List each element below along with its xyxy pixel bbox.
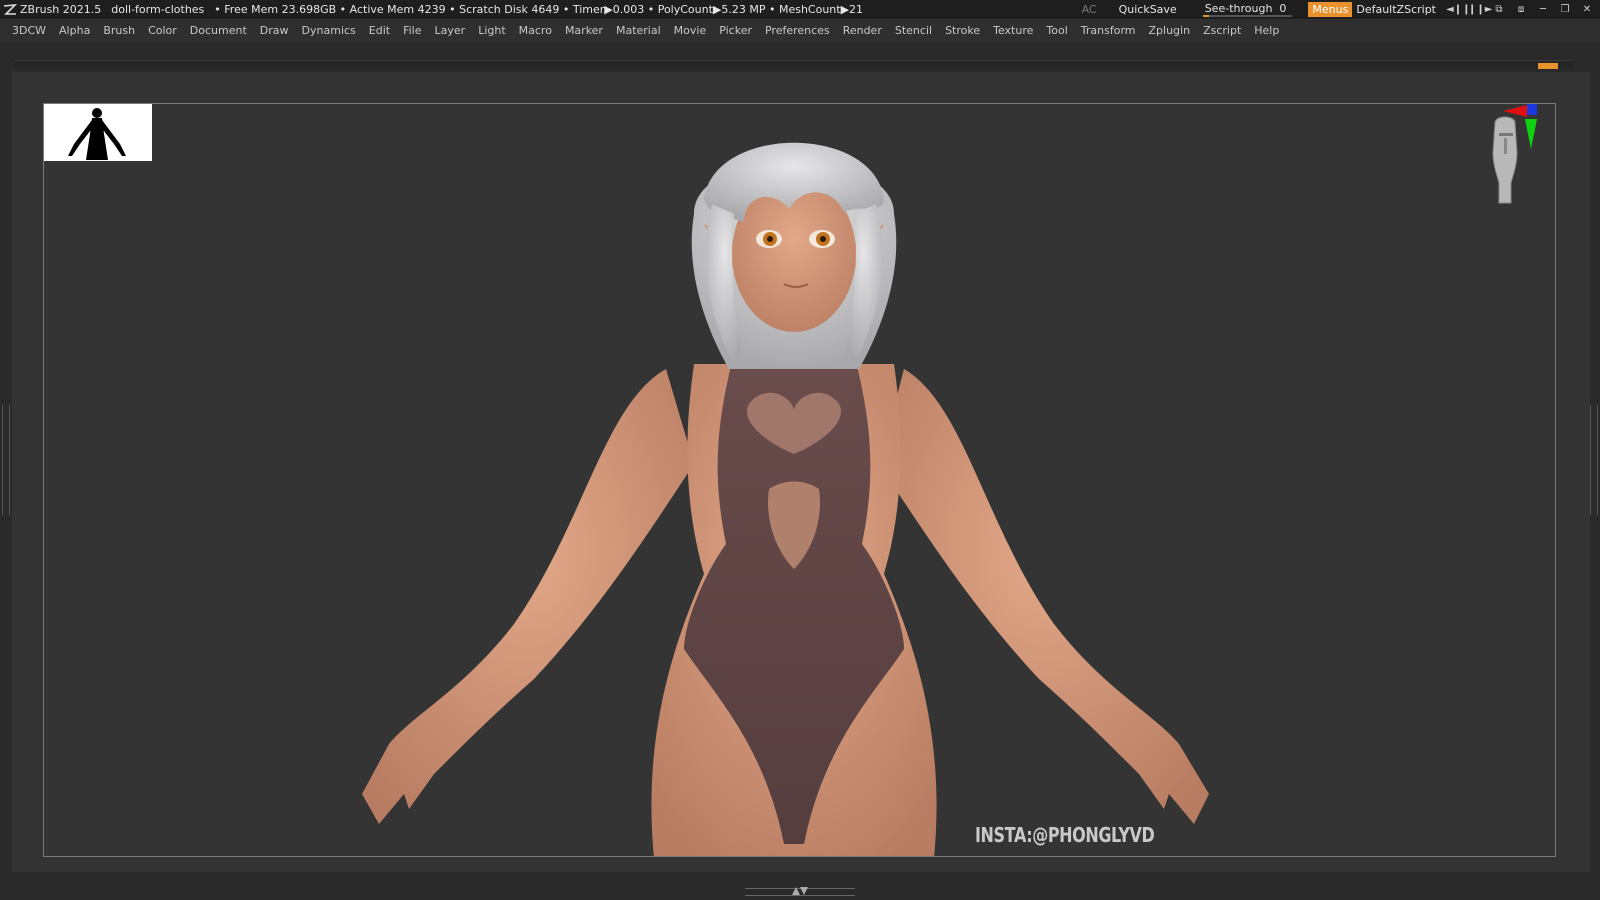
bottom-bar (0, 883, 1600, 900)
menu-edit[interactable]: Edit (369, 24, 390, 37)
orientation-gizmo[interactable] (1475, 103, 1555, 208)
menu-zscript[interactable]: Zscript (1203, 24, 1241, 37)
viewport-canvas[interactable] (43, 103, 1556, 857)
sculpt-model (362, 142, 1209, 856)
menu-layer[interactable]: Layer (435, 24, 466, 37)
system-stats: • Free Mem 23.698GB • Active Mem 4239 • … (214, 3, 864, 16)
menu-texture[interactable]: Texture (993, 24, 1033, 37)
menu-tool[interactable]: Tool (1046, 24, 1067, 37)
right-tray-grip[interactable] (1590, 405, 1598, 515)
see-through-value: 0 (1279, 2, 1287, 15)
watermark-text: INSTA:@PHONGLYVD (975, 823, 1155, 847)
menus-button[interactable]: Menus (1308, 2, 1353, 17)
menu-alpha[interactable]: Alpha (59, 24, 90, 37)
menu-macro[interactable]: Macro (519, 24, 552, 37)
menu-zplugin[interactable]: Zplugin (1149, 24, 1191, 37)
menu-draw[interactable]: Draw (260, 24, 289, 37)
default-zscript-button[interactable]: DefaultZScript (1356, 3, 1436, 16)
close-icon[interactable]: ✕ (1578, 4, 1596, 15)
silhouette-icon (68, 108, 126, 160)
menu-file[interactable]: File (403, 24, 421, 37)
left-arm (362, 369, 694, 824)
top-shelf (14, 60, 1574, 69)
ac-toggle[interactable]: AC (1082, 3, 1097, 16)
left-tray-grip[interactable] (2, 405, 10, 515)
menu-help[interactable]: Help (1254, 24, 1279, 37)
swap-window-icon[interactable]: ⧈ (1512, 4, 1530, 15)
menu-picker[interactable]: Picker (719, 24, 752, 37)
see-through-fill (1202, 15, 1209, 17)
shelf-indicator[interactable] (1538, 63, 1558, 69)
menu-ticks-icon[interactable]: ❙❙► (1468, 4, 1492, 15)
axis-z-icon (1527, 104, 1537, 115)
menu-light[interactable]: Light (478, 24, 505, 37)
menu-stroke[interactable]: Stroke (945, 24, 980, 37)
menu-transform[interactable]: Transform (1081, 24, 1136, 37)
menu-movie[interactable]: Movie (674, 24, 707, 37)
title-bar: ZBrush 2021.5 doll-form-clothes • Free M… (0, 0, 1600, 19)
restore-icon[interactable]: ❐ (1556, 4, 1574, 15)
menu-bar: 3DCW Alpha Brush Color Document Draw Dyn… (0, 19, 1600, 42)
menu-dynamics[interactable]: Dynamics (302, 24, 356, 37)
menu-brush[interactable]: Brush (103, 24, 135, 37)
menu-ticks-icon[interactable]: ◄❙❙ (1446, 4, 1470, 15)
document-name: doll-form-clothes (111, 3, 205, 16)
menu-preferences[interactable]: Preferences (765, 24, 830, 37)
app-title: ZBrush 2021.5 (20, 3, 102, 16)
see-through-label: See-through (1204, 2, 1273, 15)
menu-3dcw[interactable]: 3DCW (12, 24, 46, 37)
menu-render[interactable]: Render (843, 24, 882, 37)
see-through-slider[interactable]: See-through 0 (1199, 2, 1293, 17)
navigator-thumbnail[interactable] (44, 104, 152, 161)
menu-document[interactable]: Document (190, 24, 247, 37)
menu-marker[interactable]: Marker (565, 24, 603, 37)
expand-arrow-icon[interactable] (792, 887, 808, 895)
menu-stencil[interactable]: Stencil (895, 24, 932, 37)
axis-x-icon (1503, 105, 1527, 117)
menu-color[interactable]: Color (148, 24, 177, 37)
menu-material[interactable]: Material (616, 24, 661, 37)
head-gizmo-icon (1492, 116, 1518, 204)
minimize-icon[interactable]: ─ (1534, 4, 1552, 15)
quicksave-button[interactable]: QuickSave (1119, 3, 1177, 16)
zbrush-logo-icon (2, 2, 18, 18)
axis-y-icon (1525, 119, 1537, 149)
copy-window-icon[interactable]: ⧉ (1490, 4, 1508, 15)
